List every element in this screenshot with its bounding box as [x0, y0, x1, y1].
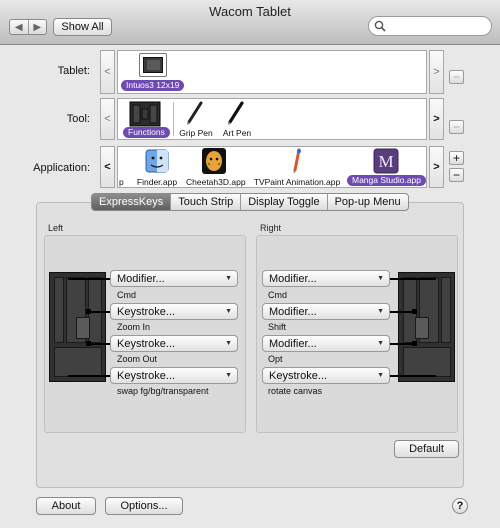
- tool-row-label: Tool:: [66, 113, 90, 125]
- tool-separator: [173, 102, 174, 136]
- left-key-3-value: Zoom Out: [117, 354, 158, 364]
- left-key-4-popup[interactable]: Keystroke... ▼: [110, 367, 238, 384]
- right-key-4-popup[interactable]: Keystroke... ▼: [262, 367, 390, 384]
- tab-display-toggle[interactable]: Display Toggle: [240, 194, 326, 210]
- chevron-down-icon: ▼: [225, 340, 232, 347]
- tool-item-art-pen[interactable]: Art Pen: [218, 128, 256, 138]
- chevron-down-icon: ▼: [225, 372, 232, 379]
- help-button[interactable]: ?: [452, 498, 468, 514]
- tool-scroll-left-button[interactable]: <: [100, 98, 115, 140]
- left-connector-line: [88, 343, 110, 345]
- functions-icon: [129, 101, 161, 127]
- manga-studio-icon: M: [373, 148, 399, 174]
- tablet-row-label: Tablet:: [57, 65, 90, 77]
- chevron-down-icon: ▼: [377, 308, 384, 315]
- right-connector-dot: [412, 341, 417, 346]
- application-item-cheetah3d[interactable]: Cheetah3D.app: [186, 177, 246, 187]
- tab-expresskeys[interactable]: ExpressKeys: [92, 194, 171, 210]
- left-connector-line: [88, 311, 110, 313]
- left-key-2-value: Zoom In: [117, 322, 151, 332]
- application-scroll-right-button[interactable]: >: [429, 146, 444, 188]
- left-connector-line: [68, 278, 110, 280]
- tool-item-functions[interactable]: Functions: [123, 127, 170, 138]
- left-connector-dot: [86, 341, 91, 346]
- chevron-down-icon: ▼: [377, 372, 384, 379]
- default-button[interactable]: Default: [394, 440, 459, 458]
- left-panel-label: Left: [48, 223, 64, 233]
- right-connector-line: [390, 311, 414, 313]
- application-item-tvpaint[interactable]: TVPaint Animation.app: [253, 177, 341, 187]
- tool-item-grip-pen[interactable]: Grip Pen: [176, 128, 216, 138]
- application-item-manga-studio[interactable]: Manga Studio.app: [347, 175, 426, 186]
- right-key-1-value: Cmd: [268, 290, 288, 300]
- right-key-2-value: Shift: [268, 322, 287, 332]
- chevron-down-icon: ▼: [377, 340, 384, 347]
- right-key-1-setting: Modifier...: [269, 272, 317, 285]
- chevron-down-icon: ▼: [225, 275, 232, 282]
- chevron-down-icon: ▼: [377, 275, 384, 282]
- left-key-3-setting: Keystroke...: [117, 337, 176, 350]
- remove-tool-button[interactable]: −: [449, 120, 464, 134]
- right-key-2-popup[interactable]: Modifier... ▼: [262, 303, 390, 320]
- add-application-button[interactable]: +: [449, 151, 464, 165]
- right-connector-line: [390, 343, 414, 345]
- art-pen-icon: [227, 101, 244, 125]
- search-input[interactable]: [387, 19, 487, 33]
- right-key-3-popup[interactable]: Modifier... ▼: [262, 335, 390, 352]
- left-key-1-popup[interactable]: Modifier... ▼: [110, 270, 238, 287]
- left-key-3-popup[interactable]: Keystroke... ▼: [110, 335, 238, 352]
- chevron-down-icon: ▼: [225, 308, 232, 315]
- tab-pop-up-menu[interactable]: Pop-up Menu: [326, 194, 408, 210]
- options-button[interactable]: Options...: [105, 497, 183, 515]
- help-icon: ?: [456, 500, 464, 512]
- finder-icon: [145, 149, 169, 173]
- right-connector-dot: [412, 309, 417, 314]
- application-item-clipped: p: [119, 177, 124, 187]
- show-all-button[interactable]: Show All: [53, 18, 112, 36]
- cheetah3d-icon: [202, 148, 226, 174]
- right-expresskeys-diagram: [398, 272, 455, 382]
- forward-button[interactable]: ▶: [27, 20, 47, 34]
- back-button[interactable]: ◀: [10, 20, 28, 34]
- nav-back-forward[interactable]: ◀ ▶: [9, 19, 47, 35]
- tablet-scroll-right-button[interactable]: >: [429, 50, 444, 94]
- application-row-label: Application:: [33, 162, 90, 174]
- tablet-item-intuos3[interactable]: Intuos3 12x19: [121, 80, 185, 91]
- left-expresskeys-diagram: [49, 272, 106, 382]
- right-key-3-value: Opt: [268, 354, 283, 364]
- application-scroll-left-button[interactable]: <: [100, 146, 115, 188]
- grip-pen-icon: [186, 101, 203, 125]
- svg-text:M: M: [378, 152, 393, 171]
- remove-tablet-button[interactable]: −: [449, 70, 464, 84]
- search-icon: [374, 20, 386, 32]
- right-connector-line: [390, 278, 436, 280]
- left-connector-dot: [86, 309, 91, 314]
- tab-bar: ExpressKeys Touch Strip Display Toggle P…: [91, 193, 409, 211]
- left-key-1-value: Cmd: [117, 290, 137, 300]
- right-key-4-setting: Keystroke...: [269, 369, 328, 382]
- search-field[interactable]: [368, 16, 492, 36]
- left-key-2-setting: Keystroke...: [117, 305, 176, 318]
- right-key-3-setting: Modifier...: [269, 337, 317, 350]
- tab-touch-strip[interactable]: Touch Strip: [170, 194, 240, 210]
- tool-scroll-right-button[interactable]: >: [429, 98, 444, 140]
- right-key-1-popup[interactable]: Modifier... ▼: [262, 270, 390, 287]
- left-key-4-setting: Keystroke...: [117, 369, 176, 382]
- about-button[interactable]: About: [36, 497, 96, 515]
- left-key-2-popup[interactable]: Keystroke... ▼: [110, 303, 238, 320]
- left-key-4-value: swap fg/bg/transparent: [117, 386, 209, 396]
- right-key-4-value: rotate canvas: [268, 386, 323, 396]
- right-connector-line: [390, 375, 436, 377]
- tvpaint-icon: [293, 148, 301, 174]
- right-panel-label: Right: [260, 223, 282, 233]
- left-key-1-setting: Modifier...: [117, 272, 165, 285]
- application-item-finder[interactable]: Finder.app: [131, 177, 183, 187]
- left-connector-line: [68, 375, 110, 377]
- tablet-icon: [139, 53, 167, 77]
- tablet-scroll-left-button[interactable]: <: [100, 50, 115, 94]
- right-key-2-setting: Modifier...: [269, 305, 317, 318]
- remove-application-button[interactable]: −: [449, 168, 464, 182]
